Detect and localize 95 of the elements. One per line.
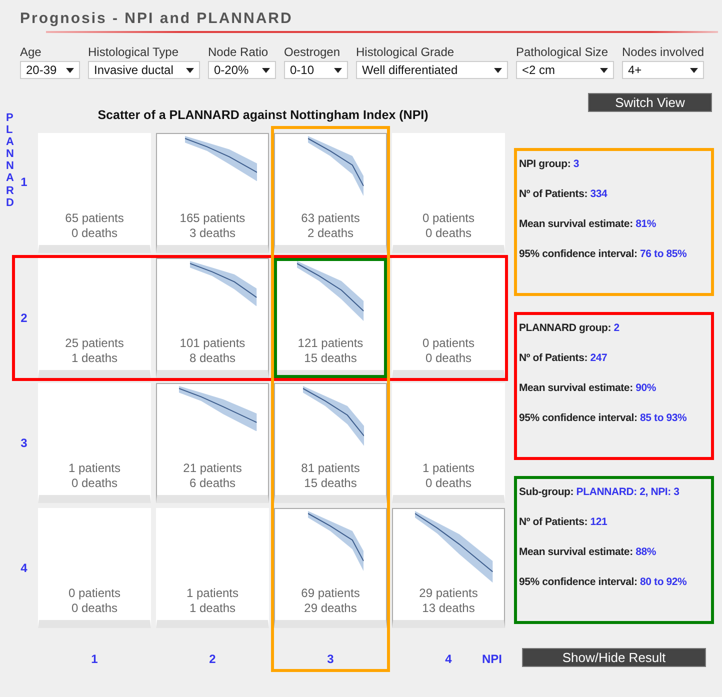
caret-icon	[334, 68, 342, 72]
survival-plot[interactable]: 0 patients 0 deaths	[392, 258, 505, 378]
switch-view-button[interactable]: Switch View	[588, 93, 712, 112]
column-label: 1	[91, 652, 98, 666]
patient-count: 63 patients	[301, 211, 360, 226]
death-count: 3 deaths	[189, 226, 236, 241]
result-line: 95% confidence interval: 80 to 92%	[519, 575, 687, 590]
caret-icon	[600, 68, 608, 72]
death-count: 13 deaths	[422, 601, 475, 616]
survival-plot[interactable]: 121 patients 15 deaths	[274, 258, 387, 378]
patient-count: 0 patients	[422, 336, 475, 351]
result-line: PLANNARD group: 2	[519, 321, 620, 336]
filter-dropdown[interactable]: 4+	[622, 61, 704, 79]
row-label: 4	[20, 561, 28, 575]
survival-plot[interactable]: 65 patients 0 deaths	[38, 133, 151, 253]
column-label: 2	[209, 652, 216, 666]
patient-count: 101 patients	[180, 336, 246, 351]
filter-label: Age	[20, 45, 42, 59]
filter-label: Histological Grade	[356, 45, 456, 59]
row-label: 2	[20, 311, 28, 325]
filter-dropdown[interactable]: 20-39	[20, 61, 80, 79]
patient-count: 69 patients	[301, 586, 360, 601]
row-label: 1	[20, 175, 28, 189]
result-line: Sub-group: PLANNARD: 2, NPI: 3	[519, 485, 680, 500]
patient-count: 0 patients	[422, 211, 475, 226]
survival-plot[interactable]: 1 patients 0 deaths	[392, 383, 505, 503]
death-count: 0 deaths	[71, 476, 118, 491]
caret-icon	[262, 68, 270, 72]
patient-count: 1 patients	[186, 586, 239, 601]
filter-dropdown[interactable]: 0-10	[284, 61, 348, 79]
death-count: 29 deaths	[304, 601, 357, 616]
death-count: 0 deaths	[425, 226, 472, 241]
filter-label: Pathological Size	[516, 45, 610, 59]
result-line: Mean survival estimate: 88%	[519, 545, 656, 560]
patient-count: 1 patients	[68, 461, 121, 476]
patient-count: 121 patients	[298, 336, 364, 351]
caret-icon	[66, 68, 74, 72]
result-line: Nº of Patients: 247	[519, 351, 608, 366]
patient-count: 1 patients	[422, 461, 475, 476]
filter-dropdown[interactable]: Invasive ductal	[88, 61, 200, 79]
result-line: 95% confidence interval: 85 to 93%	[519, 411, 687, 426]
patient-count: 29 patients	[419, 586, 478, 601]
y-axis-label: PLANNARD	[6, 112, 15, 209]
survival-plot[interactable]: 63 patients 2 deaths	[274, 133, 387, 253]
death-count: 0 deaths	[425, 351, 472, 366]
caret-icon	[690, 68, 698, 72]
filter-label: Oestrogen	[284, 45, 342, 59]
column-label: 3	[327, 652, 334, 666]
survival-plot[interactable]: 29 patients 13 deaths	[392, 508, 505, 628]
chart-title: Scatter of a PLANNARD against Nottingham Index (NPI)	[98, 107, 428, 124]
patient-count: 81 patients	[301, 461, 360, 476]
death-count: 0 deaths	[71, 226, 118, 241]
death-count: 6 deaths	[189, 476, 236, 491]
survival-plot[interactable]: 165 patients 3 deaths	[156, 133, 269, 253]
page-title: Prognosis - NPI and PLANNARD	[19, 9, 294, 29]
result-line: 95% confidence interval: 76 to 85%	[519, 247, 687, 262]
survival-plot[interactable]: 69 patients 29 deaths	[274, 508, 387, 628]
patient-count: 165 patients	[180, 211, 246, 226]
death-count: 8 deaths	[189, 351, 236, 366]
death-count: 2 deaths	[307, 226, 354, 241]
patient-count: 0 patients	[68, 586, 121, 601]
result-line: Mean survival estimate: 90%	[519, 381, 656, 396]
survival-plot[interactable]: 0 patients 0 deaths	[392, 133, 505, 253]
survival-plot[interactable]: 25 patients 1 deaths	[38, 258, 151, 378]
caret-icon	[494, 68, 502, 72]
death-count: 15 deaths	[304, 476, 357, 491]
filter-dropdown[interactable]: 0-20%	[208, 61, 276, 79]
show-hide-result-button[interactable]: Show/Hide Result	[522, 648, 706, 667]
survival-plot[interactable]: 101 patients 8 deaths	[156, 258, 269, 378]
filter-dropdown[interactable]: <2 cm	[516, 61, 614, 79]
result-line: Mean survival estimate: 81%	[519, 217, 656, 232]
death-count: 15 deaths	[304, 351, 357, 366]
death-count: 1 deaths	[71, 351, 118, 366]
column-label: 4	[445, 652, 452, 666]
result-line: Nº of Patients: 334	[519, 187, 608, 202]
filter-label: Histological Type	[88, 45, 180, 59]
patient-count: 25 patients	[65, 336, 124, 351]
survival-plot[interactable]: 1 patients 0 deaths	[38, 383, 151, 503]
survival-plot[interactable]: 0 patients 0 deaths	[38, 508, 151, 628]
result-line: Nº of Patients: 121	[519, 515, 608, 530]
result-line: NPI group: 3	[519, 157, 580, 172]
death-count: 0 deaths	[425, 476, 472, 491]
filter-dropdown[interactable]: Well differentiated	[356, 61, 508, 79]
patient-count: 65 patients	[65, 211, 124, 226]
patient-count: 21 patients	[183, 461, 242, 476]
survival-plot[interactable]: 1 patients 1 deaths	[156, 508, 269, 628]
row-label: 3	[20, 436, 28, 450]
death-count: 0 deaths	[71, 601, 118, 616]
filter-label: Node Ratio	[208, 45, 270, 59]
x-axis-label: NPI	[482, 652, 502, 666]
caret-icon	[186, 68, 194, 72]
death-count: 1 deaths	[189, 601, 236, 616]
survival-plot[interactable]: 81 patients 15 deaths	[274, 383, 387, 503]
filter-label: Nodes involved	[622, 45, 704, 59]
survival-plot[interactable]: 21 patients 6 deaths	[156, 383, 269, 503]
